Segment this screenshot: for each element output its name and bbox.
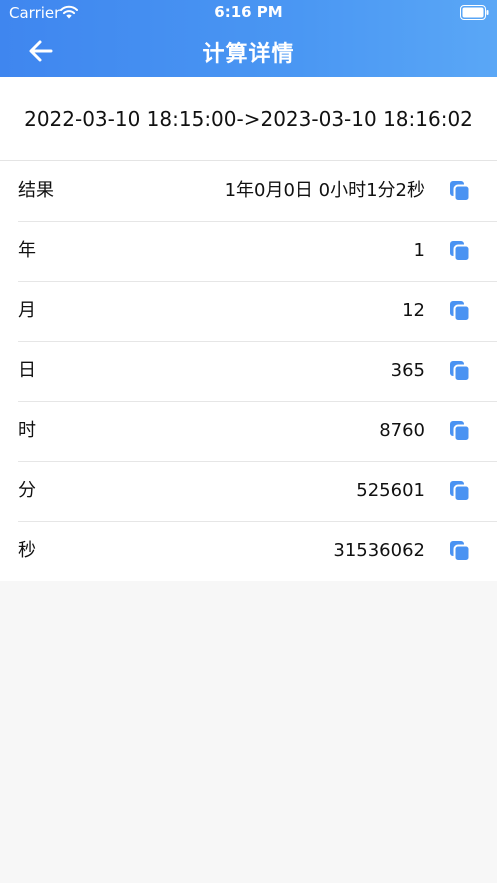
row-label: 月	[18, 300, 36, 321]
row-label: 时	[18, 420, 36, 441]
nav-bar: 计算详情	[0, 26, 497, 77]
page-title: 计算详情	[202, 42, 295, 67]
status-time: 6:16 PM	[214, 3, 283, 21]
list-item-second: 秒 31536062	[0, 521, 497, 581]
row-value: 1年0月0日 0小时1分2秒	[224, 180, 425, 201]
status-bar: Carrier 6:16 PM	[0, 0, 497, 26]
list-item-month: 月 12	[0, 281, 497, 341]
row-value: 365	[390, 360, 425, 381]
date-range-text: 2022-03-10 18:15:00->2023-03-10 18:16:02	[24, 106, 473, 131]
list-item-hour: 时 8760	[0, 401, 497, 461]
battery-icon	[460, 5, 489, 20]
row-label: 分	[18, 480, 36, 501]
row-label: 年	[18, 240, 36, 261]
row-value: 1	[413, 240, 425, 261]
row-label: 日	[18, 360, 36, 381]
list-item-minute: 分 525601	[0, 461, 497, 521]
list-item-day: 日 365	[0, 341, 497, 401]
copy-icon[interactable]	[448, 179, 472, 203]
row-value: 12	[402, 300, 425, 321]
row-value: 31536062	[333, 540, 425, 561]
copy-icon[interactable]	[448, 479, 472, 503]
top-bar: Carrier 6:16 PM 计算详情	[0, 0, 497, 77]
copy-icon[interactable]	[448, 359, 472, 383]
date-range-header: 2022-03-10 18:15:00->2023-03-10 18:16:02	[0, 77, 497, 161]
list-item-result: 结果 1年0月0日 0小时1分2秒	[0, 161, 497, 221]
row-label: 秒	[18, 540, 36, 561]
row-value: 525601	[356, 480, 425, 501]
copy-icon[interactable]	[448, 239, 472, 263]
result-list: 结果 1年0月0日 0小时1分2秒 年 1 月 12 日 365 时 8760	[0, 161, 497, 582]
empty-background	[0, 581, 497, 883]
copy-icon[interactable]	[448, 299, 472, 323]
row-label: 结果	[18, 180, 54, 201]
copy-icon[interactable]	[448, 539, 472, 563]
list-item-year: 年 1	[0, 221, 497, 281]
row-value: 8760	[379, 420, 425, 441]
copy-icon[interactable]	[448, 419, 472, 443]
